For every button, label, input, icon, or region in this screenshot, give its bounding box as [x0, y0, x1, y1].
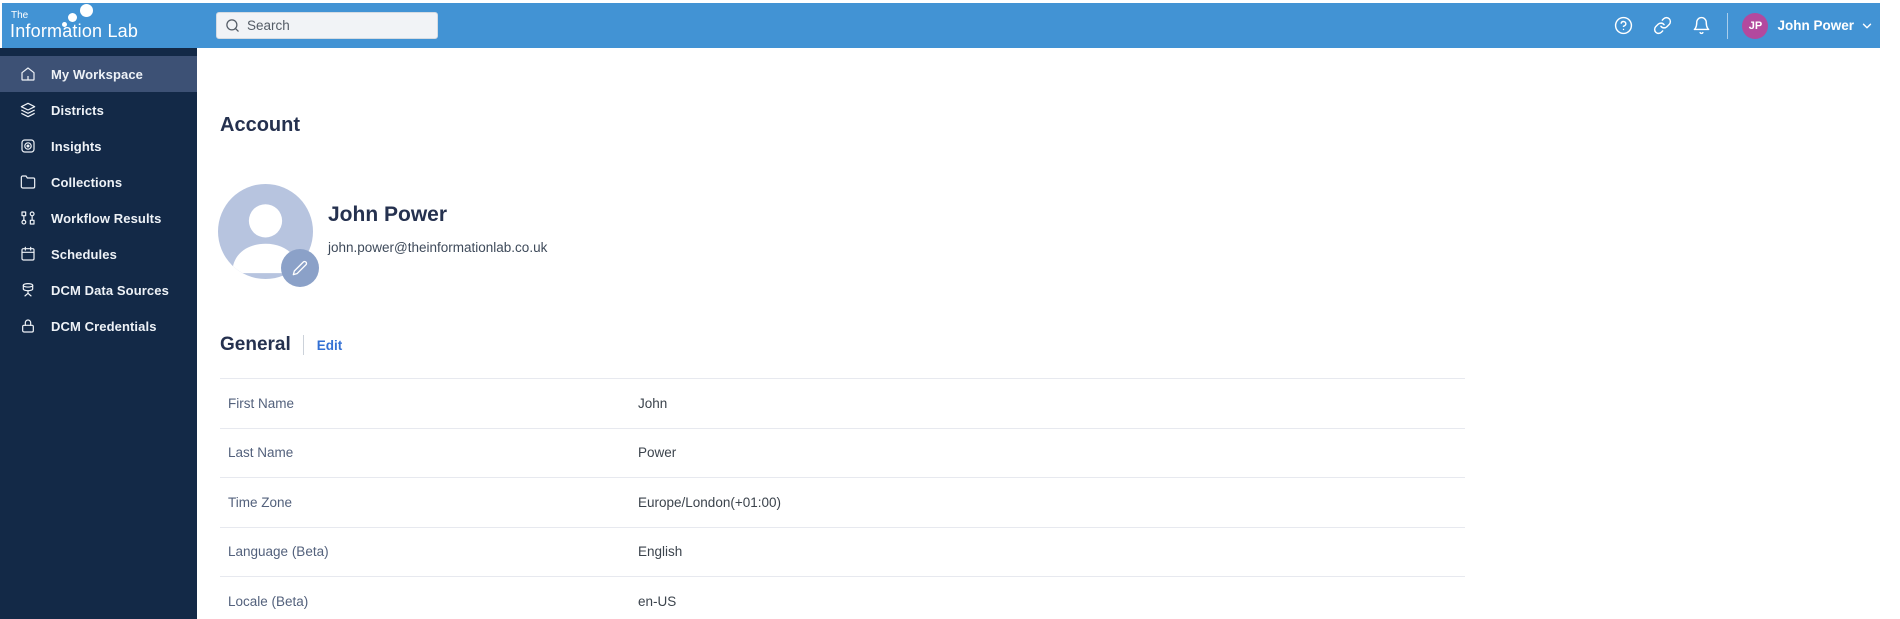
general-section-header: General Edit	[220, 334, 342, 356]
sidebar-item-districts[interactable]: Districts	[0, 92, 197, 128]
search-input[interactable]	[247, 18, 417, 33]
field-label: Locale (Beta)	[228, 593, 309, 609]
chevron-down-icon	[1860, 19, 1874, 33]
sidebar-item-collections[interactable]: Collections	[0, 164, 197, 200]
table-row-last-name: Last Name Power	[220, 427, 1465, 478]
field-value: Europe/London(+01:00)	[638, 494, 781, 510]
topbar-actions: JP John Power	[1594, 3, 1874, 48]
sidebar-item-schedules[interactable]: Schedules	[0, 236, 197, 272]
insights-icon	[19, 138, 36, 155]
page-title: Account	[220, 114, 300, 136]
pencil-icon	[292, 260, 308, 276]
logo-text-main: Information Lab	[10, 21, 139, 41]
field-value: en-US	[638, 593, 677, 609]
workflow-icon	[19, 210, 36, 227]
table-row-first-name: First Name John	[220, 378, 1465, 428]
sidebar-item-insights[interactable]: Insights	[0, 128, 197, 164]
profile-name: John Power	[328, 203, 448, 226]
sidebar-item-dcm-credentials[interactable]: DCM Credentials	[0, 308, 197, 344]
topbar-divider	[1727, 12, 1729, 39]
field-label: Time Zone	[228, 494, 293, 510]
sidebar-label: Collections	[51, 174, 123, 190]
profile-email: john.power@theinformationlab.co.uk	[328, 240, 548, 255]
sidebar: My Workspace Districts Insights Collecti…	[0, 48, 197, 619]
sidebar-item-my-workspace[interactable]: My Workspace	[0, 56, 197, 92]
heading-divider	[302, 335, 304, 355]
search-icon	[226, 19, 239, 32]
sidebar-label: Workflow Results	[51, 210, 162, 226]
sidebar-label: DCM Credentials	[51, 318, 157, 334]
general-heading: General	[220, 334, 291, 355]
general-fields-table: First Name John Last Name Power Time Zon…	[220, 378, 1465, 619]
account-page: The Information Lab Search JP John Power…	[0, 0, 1900, 619]
edit-general-link[interactable]: Edit	[317, 338, 343, 353]
sidebar-label: Districts	[51, 102, 104, 118]
table-row-time-zone: Time Zone Europe/London(+01:00)	[220, 477, 1465, 527]
logo-dot-large	[80, 4, 93, 17]
home-icon	[19, 66, 36, 83]
information-lab-logo[interactable]: The Information Lab	[10, 3, 170, 48]
field-label: First Name	[228, 395, 295, 411]
sidebar-item-dcm-data-sources[interactable]: DCM Data Sources	[0, 272, 197, 308]
sidebar-label: My Workspace	[51, 66, 143, 82]
help-icon[interactable]	[1613, 16, 1633, 36]
user-avatar: JP	[1742, 12, 1769, 39]
link-icon[interactable]	[1652, 16, 1672, 36]
notifications-bell-icon[interactable]	[1691, 16, 1711, 36]
field-value: Power	[638, 445, 677, 461]
lock-icon	[19, 318, 36, 335]
main-content: Account John Power john.power@theinforma…	[197, 48, 1900, 619]
sidebar-nav-list: My Workspace Districts Insights Collecti…	[0, 56, 197, 344]
sidebar-label: Schedules	[51, 246, 117, 262]
layers-icon	[19, 102, 36, 119]
sidebar-label: DCM Data Sources	[51, 282, 169, 298]
top-bar: The Information Lab Search JP John Power	[2, 3, 1880, 48]
field-value: English	[638, 544, 683, 560]
user-name: John Power	[1777, 18, 1854, 33]
database-icon	[19, 282, 36, 299]
field-label: Language (Beta)	[228, 544, 329, 560]
sidebar-item-workflow-results[interactable]: Workflow Results	[0, 200, 197, 236]
edit-avatar-button[interactable]	[281, 249, 319, 287]
search-box[interactable]	[216, 12, 438, 39]
user-menu[interactable]: JP John Power	[1742, 12, 1874, 39]
field-value: John	[638, 395, 668, 411]
folder-icon	[19, 174, 36, 191]
table-row-locale: Locale (Beta) en-US	[220, 576, 1465, 619]
calendar-icon	[19, 246, 36, 263]
sidebar-label: Insights	[51, 138, 102, 154]
field-label: Last Name	[228, 445, 294, 461]
logo-text-the: The	[11, 10, 29, 21]
table-row-language: Language (Beta) English	[220, 526, 1465, 577]
